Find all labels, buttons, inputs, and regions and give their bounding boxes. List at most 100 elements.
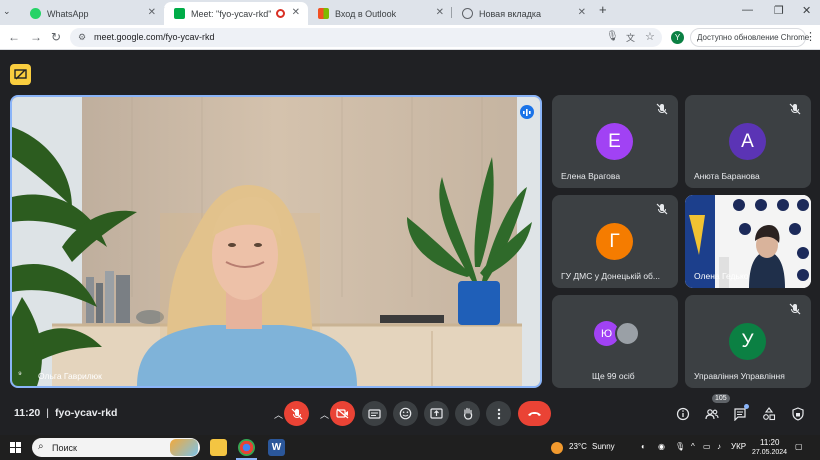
more-options-button[interactable]	[486, 401, 511, 426]
mic-toggle-button[interactable]	[284, 401, 309, 426]
tab-title: WhatsApp	[47, 8, 89, 19]
present-screen-button[interactable]	[424, 401, 449, 426]
participant-tile-video[interactable]: Олена Гедько	[685, 195, 811, 288]
tab-title: Вход в Outlook	[335, 8, 397, 19]
recording-icon	[276, 9, 285, 18]
more-options-icon[interactable]: ⋮	[805, 30, 816, 43]
microsoft-icon	[318, 8, 329, 19]
participant-name: Управління Управління	[694, 371, 785, 381]
url-text: meet.google.com/fyo-ycav-rkd	[94, 32, 215, 42]
main-speaker-name: Ольга Гаврилюк	[38, 371, 102, 381]
raise-hand-icon	[463, 407, 472, 420]
presenting-icon[interactable]	[10, 64, 31, 85]
reactions-button[interactable]	[393, 401, 418, 426]
pin-icon[interactable]: ⁹	[18, 369, 22, 379]
weather-text: Sunny	[592, 442, 615, 451]
taskbar-search-box[interactable]: ⌕ Поиск	[32, 438, 200, 457]
microphone-icon[interactable]: 🎙	[606, 31, 619, 42]
more-participants-label: Ще 99 осіб	[592, 371, 635, 381]
minimize-icon[interactable]: —	[742, 4, 753, 16]
close-window-icon[interactable]: ✕	[802, 4, 811, 17]
meeting-info: 11:20 | fyo-ycav-rkd	[14, 407, 117, 419]
tab-outlook[interactable]: Вход в Outlook ✕	[308, 2, 452, 25]
camera-toggle-button[interactable]	[330, 401, 355, 426]
tab-new-tab[interactable]: Новая вкладка ✕	[452, 2, 594, 25]
notifications-icon[interactable]: ▢	[795, 442, 803, 451]
language-indicator[interactable]: УКР	[731, 442, 746, 451]
raise-hand-button[interactable]	[455, 401, 480, 426]
tray-chevron-icon[interactable]: ^	[691, 442, 695, 451]
profile-avatar[interactable]: Y	[671, 31, 684, 44]
more-vertical-icon	[497, 408, 500, 419]
volume-icon[interactable]: ♪	[717, 442, 721, 451]
participant-tile[interactable]: Е Елена Врагова	[552, 95, 678, 188]
participant-avatar: У	[729, 323, 766, 360]
taskbar-time[interactable]: 11:20	[760, 438, 779, 447]
chrome-update-button[interactable]: Доступно обновление Chrome	[690, 28, 810, 47]
meet-stage: ⁹ Ольга Гаврилюк Е Елена Врагова А Анюта…	[0, 51, 820, 435]
emoji-icon	[399, 407, 412, 420]
site-info-icon[interactable]: ⚙	[78, 32, 86, 43]
whatsapp-icon	[30, 8, 41, 19]
main-speaker-tile[interactable]: ⁹ Ольга Гаврилюк	[10, 95, 542, 388]
camera-off-icon	[336, 408, 349, 419]
translate-icon[interactable]: 文	[626, 31, 635, 44]
tab-title: Новая вкладка	[479, 8, 542, 19]
participant-name: Анюта Баранова	[694, 171, 760, 181]
maximize-icon[interactable]: ❐	[774, 4, 784, 17]
participant-tile[interactable]: А Анюта Баранова	[685, 95, 811, 188]
participant-tile[interactable]: У Управління Управління	[685, 295, 811, 388]
close-tab-icon[interactable]: ✕	[436, 7, 444, 18]
chat-unread-dot	[744, 404, 749, 409]
tab-meet[interactable]: Meet: "fyo-ycav-rkd" ✕	[164, 2, 308, 25]
info-separator: |	[46, 407, 50, 419]
network-icon[interactable]: ▭	[703, 442, 711, 451]
close-tab-icon[interactable]: ✕	[292, 7, 300, 18]
update-label: Доступно обновление Chrome	[697, 33, 810, 42]
tab-whatsapp[interactable]: WhatsApp ✕	[20, 2, 164, 25]
leave-call-button[interactable]	[518, 401, 551, 426]
meeting-code: fyo-ycav-rkd	[55, 407, 118, 419]
windows-taskbar: ⌕ Поиск W 23°C Sunny ◐ ◉ 🎙 ^ ▭ ♪ УКР 11:…	[0, 435, 820, 460]
people-icon[interactable]	[705, 407, 719, 421]
mic-off-icon	[291, 408, 302, 419]
people-count-badge: 105	[712, 394, 730, 403]
reload-icon[interactable]: ↻	[51, 30, 61, 44]
weather-sun-icon[interactable]	[551, 442, 563, 454]
taskbar-date[interactable]: 27.05.2024	[752, 449, 787, 456]
meeting-time: 11:20	[14, 407, 41, 419]
captions-button[interactable]	[362, 401, 387, 426]
host-controls-icon[interactable]	[791, 407, 805, 421]
participant-name: Олена Гедько	[694, 271, 749, 281]
bookmark-star-icon[interactable]: ☆	[645, 30, 655, 43]
meeting-details-icon[interactable]	[676, 407, 690, 421]
participant-tile[interactable]: Г ГУ ДМС у Донецькій об...	[552, 195, 678, 288]
back-arrow-icon[interactable]: ←	[8, 30, 20, 44]
chat-icon[interactable]	[733, 407, 747, 421]
closed-captions-icon	[368, 408, 381, 419]
word-icon[interactable]: W	[268, 439, 285, 456]
participant-name: Елена Врагова	[561, 171, 621, 181]
participant-photo-avatar	[615, 321, 640, 346]
address-bar[interactable]: ⚙ meet.google.com/fyo-ycav-rkd 🎙 文 ☆	[70, 28, 662, 47]
mic-off-icon	[789, 303, 801, 315]
speaking-indicator-icon	[520, 105, 534, 119]
video-options-chevron-icon[interactable]: ︿	[320, 408, 329, 421]
close-tab-icon[interactable]: ✕	[578, 7, 586, 18]
activities-icon[interactable]	[762, 407, 776, 421]
tray-app-icon[interactable]: ◐	[641, 442, 646, 451]
tab-search-chevron-icon[interactable]: ⌄	[3, 6, 11, 17]
forward-arrow-icon[interactable]: →	[30, 30, 42, 44]
close-tab-icon[interactable]: ✕	[148, 7, 156, 18]
windows-start-icon[interactable]	[10, 442, 21, 453]
tab-title: Meet: "fyo-ycav-rkd"	[191, 8, 272, 19]
search-highlight-icon	[170, 439, 198, 456]
file-explorer-icon[interactable]	[210, 439, 227, 456]
audio-options-chevron-icon[interactable]: ︿	[274, 408, 283, 421]
tray-app-icon[interactable]: ◉	[658, 442, 665, 451]
tray-mic-icon[interactable]: 🎙	[675, 442, 685, 451]
chrome-icon[interactable]	[238, 439, 255, 456]
more-participants-tile[interactable]: Ю Ще 99 осіб	[552, 295, 678, 388]
speaker-video	[12, 97, 540, 386]
new-tab-plus-icon[interactable]: +	[599, 2, 607, 17]
